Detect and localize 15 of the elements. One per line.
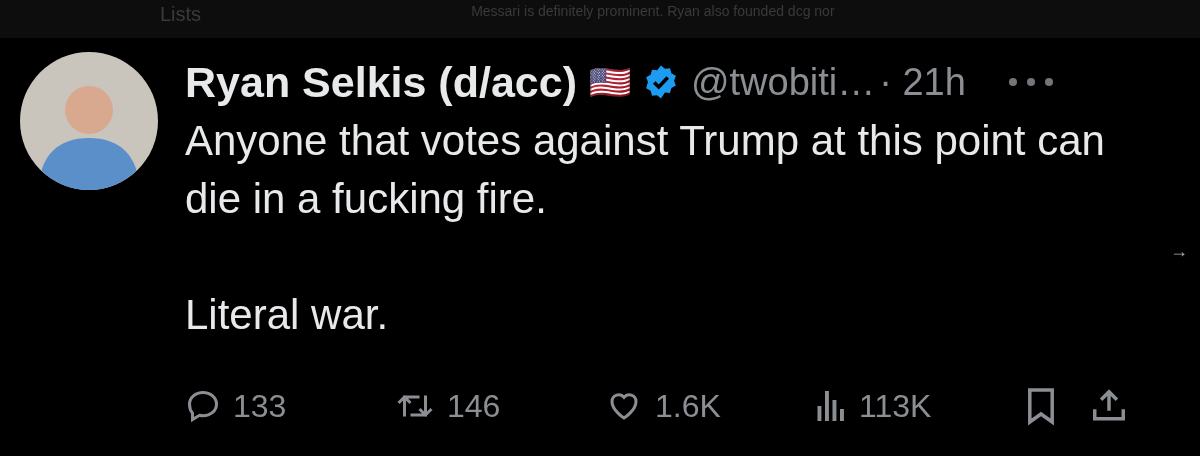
tweet-text: Anyone that votes against Trump at this point can die in a fucking fire.	[185, 116, 1106, 224]
tweet-text: Literal war.	[185, 290, 390, 340]
more-options-icon[interactable]	[1007, 77, 1054, 87]
like-button[interactable]: 1.6K	[605, 382, 815, 430]
bar-chart-icon	[815, 388, 847, 424]
timestamp[interactable]: · 21h	[879, 53, 966, 111]
views-button[interactable]: 113K	[815, 382, 1025, 430]
reply-button[interactable]: 133	[185, 382, 395, 430]
speech-bubble-icon	[185, 388, 221, 424]
repost-button[interactable]: 146	[395, 382, 605, 430]
user-handle[interactable]: @twobiti…	[690, 53, 876, 111]
flag-emoji: 🇺🇸	[588, 61, 631, 103]
display-name[interactable]: Ryan Selkis (d/acc)	[185, 49, 577, 115]
arrow-icon[interactable]: →	[1170, 238, 1188, 265]
bookmark-icon	[1025, 386, 1057, 426]
